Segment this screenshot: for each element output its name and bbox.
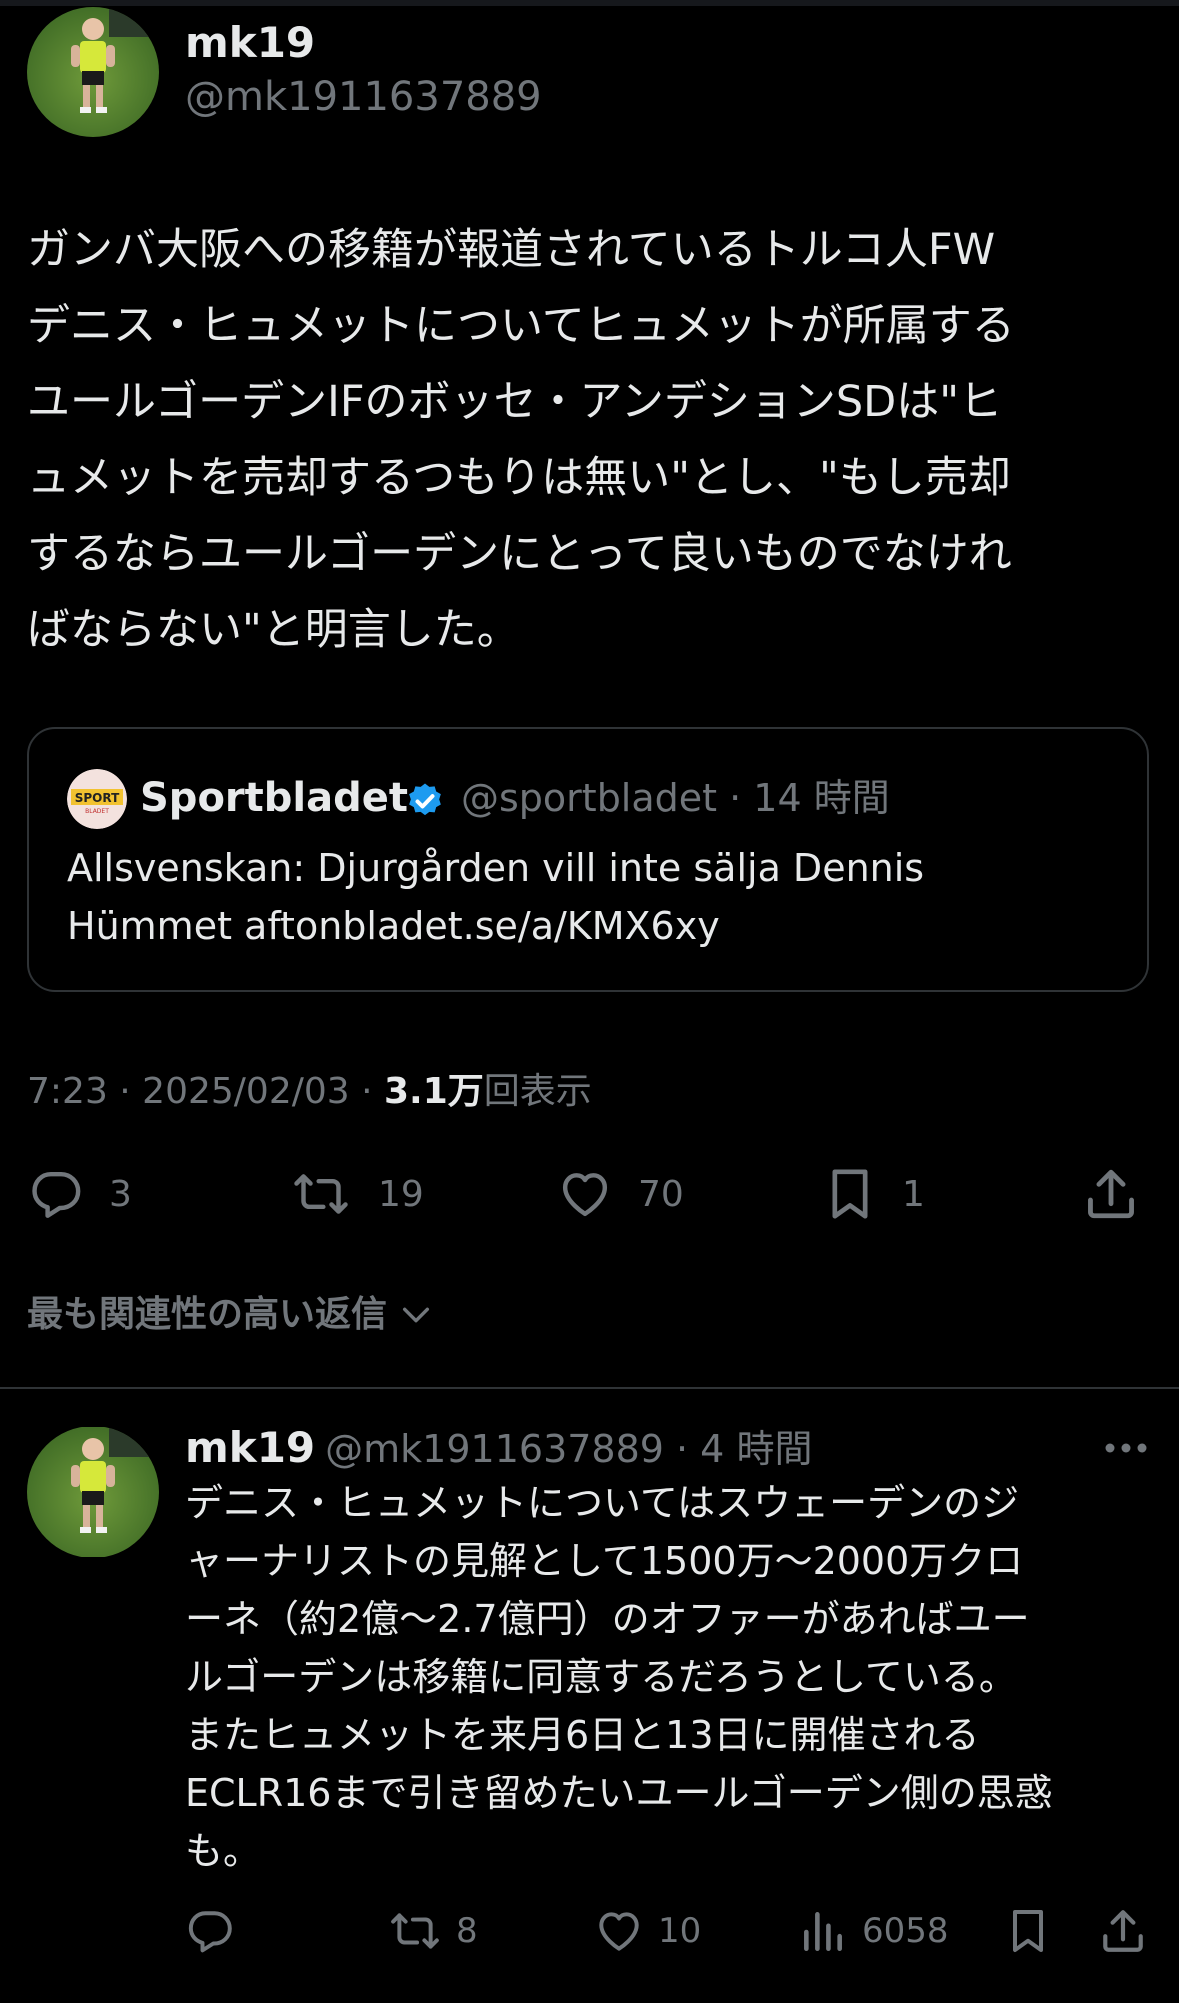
svg-text:SPORT: SPORT bbox=[75, 791, 120, 805]
quote-text-line: Allsvenskan: Djurgården vill inte sälja … bbox=[67, 846, 925, 890]
author-handle[interactable]: @mk1911637889 bbox=[185, 72, 542, 122]
sportbladet-logo-icon: SPORT BLADET bbox=[67, 769, 127, 829]
bookmark-icon bbox=[832, 1169, 868, 1219]
svg-text:BLADET: BLADET bbox=[85, 808, 109, 815]
chevron-down-icon bbox=[402, 1307, 430, 1323]
like-button[interactable]: 70 bbox=[556, 1163, 684, 1225]
reply-like-button[interactable]: 10 bbox=[594, 1903, 701, 1959]
reply-icon bbox=[32, 1171, 81, 1218]
reply-views-count: 6058 bbox=[862, 1911, 949, 1951]
bookmark-count: 1 bbox=[902, 1173, 925, 1215]
share-icon bbox=[1103, 1910, 1143, 1952]
bookmark-icon bbox=[1013, 1910, 1043, 1952]
reply-handle-time[interactable]: @mk1911637889 · 4 時間 bbox=[325, 1427, 812, 1471]
reply-text-line: ャーナリストの見解として1500万～2000万クロ bbox=[185, 1539, 1024, 1583]
reply-button[interactable]: 3 bbox=[27, 1163, 132, 1225]
tweet-text-line: デニス・ヒュメットについてヒュメットが所属する bbox=[27, 301, 1015, 351]
divider bbox=[0, 1387, 1179, 1389]
reply-count: 3 bbox=[109, 1173, 132, 1215]
views-count: 3.1万 bbox=[384, 1071, 484, 1112]
reply-author-name[interactable]: mk19 bbox=[185, 1423, 315, 1472]
share-icon bbox=[1088, 1169, 1134, 1219]
repost-count: 19 bbox=[378, 1173, 424, 1215]
tweet-text-line: ユールゴーデンIFのボッセ・アンデションSDは"ヒ bbox=[27, 377, 1003, 427]
reply-share-button[interactable] bbox=[1098, 1903, 1148, 1959]
reply-text-line: も。 bbox=[185, 1829, 262, 1873]
repost-icon bbox=[294, 1174, 348, 1214]
repost-icon bbox=[391, 1913, 439, 1949]
quote-text-line: Hümmet aftonbladet.se/a/KMX6xy bbox=[67, 904, 720, 948]
reply-bookmark-button[interactable] bbox=[1004, 1903, 1052, 1959]
quote-tweet-card[interactable]: SPORT BLADET Sportbladet @sportbladet · … bbox=[27, 727, 1149, 992]
reply-like-count: 10 bbox=[658, 1911, 702, 1951]
reply-repost-button[interactable]: 8 bbox=[388, 1903, 478, 1959]
verified-badge-icon bbox=[409, 783, 441, 816]
views-icon bbox=[804, 1912, 842, 1951]
share-button[interactable] bbox=[1082, 1163, 1140, 1225]
more-icon[interactable] bbox=[1100, 1428, 1152, 1468]
tweet-text-line: ュメットを売却するつもりは無い"とし、"もし売却 bbox=[27, 453, 1011, 503]
like-icon bbox=[562, 1173, 608, 1217]
quote-text: Allsvenskan: Djurgården vill inte sälja … bbox=[67, 839, 1117, 955]
reply-repost-count: 8 bbox=[456, 1911, 478, 1951]
bookmark-button[interactable]: 1 bbox=[822, 1163, 925, 1225]
avatar-photo bbox=[27, 7, 159, 137]
avatar[interactable] bbox=[27, 7, 159, 137]
tweet-meta: 7:23 · 2025/02/03 · 3.1万回表示 bbox=[27, 1068, 592, 1116]
replies-sort-dropdown[interactable]: 最も関連性の高い返信 bbox=[27, 1290, 433, 1340]
tweet-text-line: ばならない"と明言した。 bbox=[27, 605, 520, 655]
tweet-text: ガンバ大阪への移籍が報道されているトルコ人FW デニス・ヒュメットについてヒュメ… bbox=[27, 212, 1157, 668]
avatar-photo bbox=[27, 1427, 159, 1557]
quote-author-name[interactable]: Sportbladet bbox=[140, 771, 408, 825]
repost-button[interactable]: 19 bbox=[288, 1163, 424, 1225]
views-label: 回表示 bbox=[483, 1071, 592, 1112]
replies-sort-label: 最も関連性の高い返信 bbox=[27, 1294, 388, 1335]
top-edge bbox=[0, 0, 1179, 6]
author-name[interactable]: mk19 bbox=[185, 18, 315, 68]
like-icon bbox=[599, 1912, 639, 1951]
reply-avatar[interactable] bbox=[27, 1426, 159, 1558]
quote-handle-time: @sportbladet · 14 時間 bbox=[461, 776, 890, 820]
reply-text-line: デニス・ヒュメットについてはスウェーデンのジ bbox=[185, 1481, 1020, 1525]
reply-text-line: またヒュメットを来月6日と13日に開催される bbox=[185, 1713, 980, 1757]
reply-reply-button[interactable] bbox=[185, 1903, 249, 1959]
reply-text-line: ーネ（約2億～2.7億円）のオファーがあればユー bbox=[185, 1597, 1030, 1641]
reply-text-line: ECLR16まで引き留めたいユールゴーデン側の思惑 bbox=[185, 1771, 1053, 1815]
reply-text: デニス・ヒュメットについてはスウェーデンのジ ャーナリストの見解として1500万… bbox=[185, 1474, 1165, 1880]
reply-icon bbox=[188, 1911, 232, 1953]
like-count: 70 bbox=[638, 1173, 684, 1215]
quote-avatar[interactable]: SPORT BLADET bbox=[67, 769, 127, 829]
reply-text-line: ルゴーデンは移籍に同意するだろうとしている。 bbox=[185, 1655, 1017, 1699]
tweet-text-line: ガンバ大阪への移籍が報道されているトルコ人FW bbox=[27, 225, 996, 275]
reply-views-button[interactable]: 6058 bbox=[798, 1903, 949, 1959]
tweet-text-line: するならユールゴーデンにとって良いものでなけれ bbox=[27, 529, 1012, 579]
tweet-timestamp[interactable]: 7:23 · 2025/02/03 · bbox=[27, 1071, 384, 1112]
